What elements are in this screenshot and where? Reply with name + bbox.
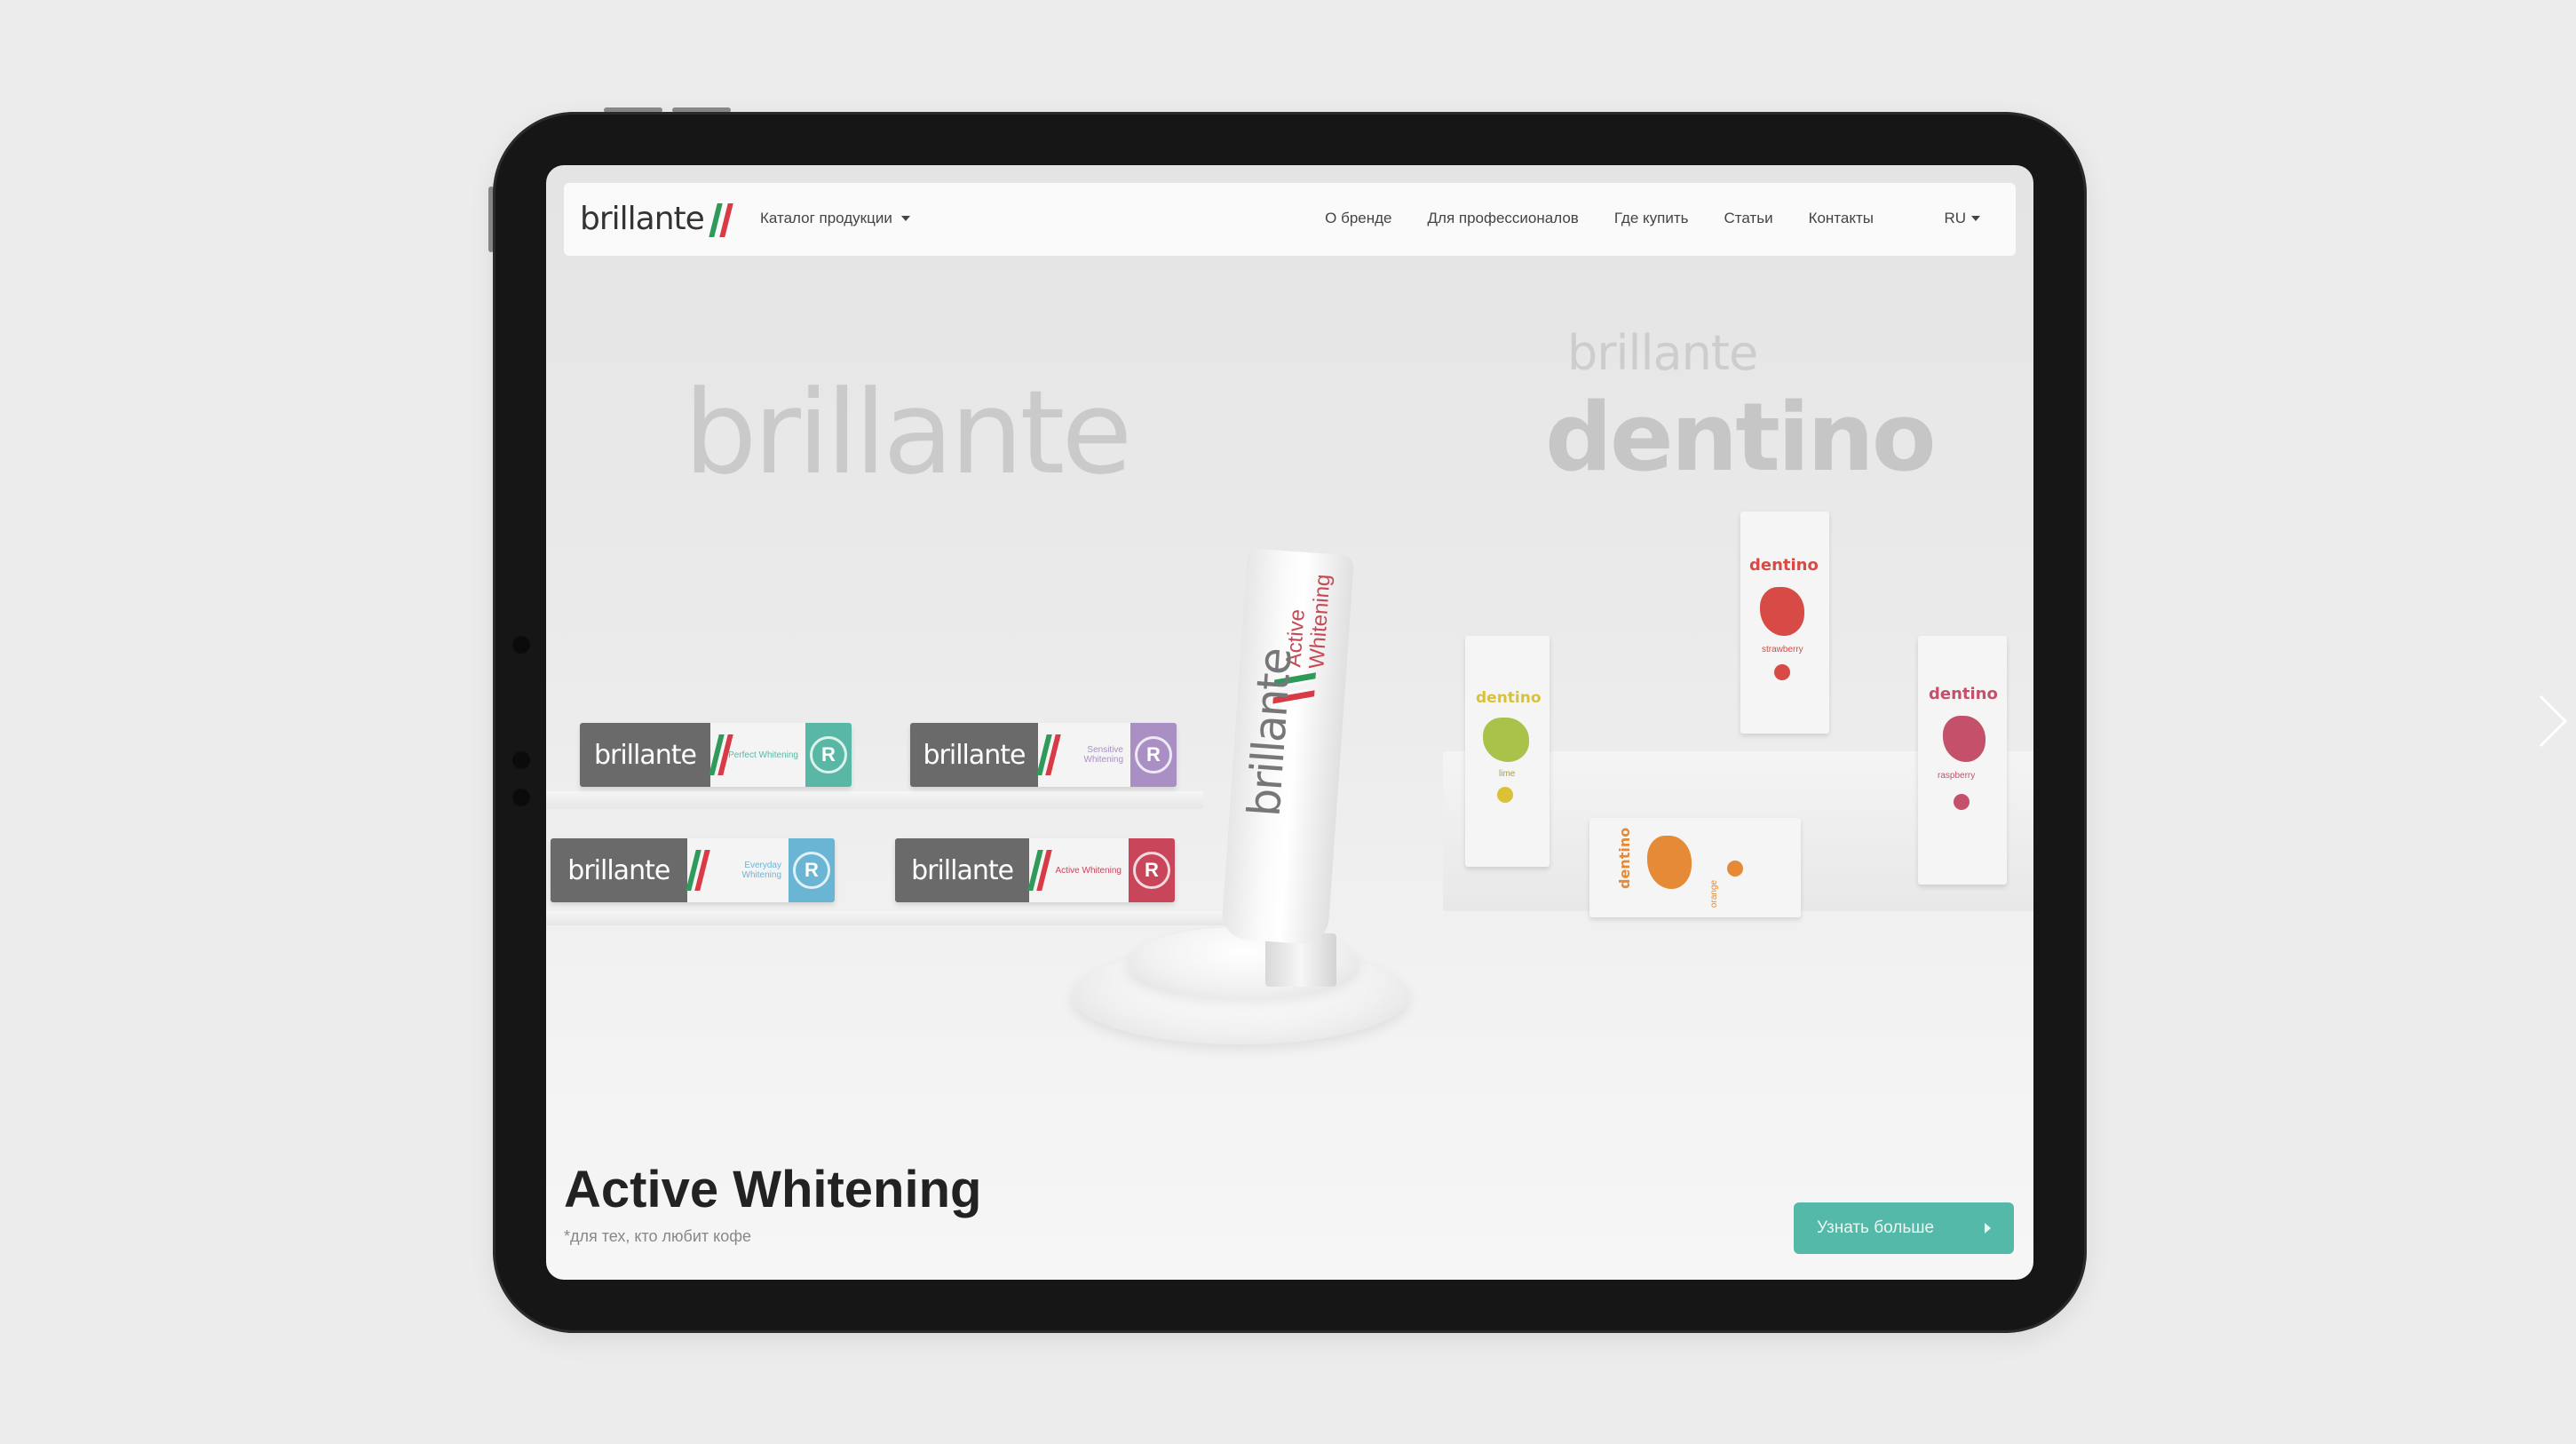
background-sub-brand: dentino [1545,383,1937,492]
top-navigation: brillante Каталог продукции О бренде Для… [564,183,2016,256]
catalog-dropdown[interactable]: Каталог продукции [760,210,910,227]
logo-text: brillante [580,201,705,237]
product-box: brillante Everyday Whitening R [551,838,835,902]
language-dropdown[interactable]: RU [1944,210,1980,227]
nav-link-contacts[interactable]: Контакты [1809,210,1874,227]
arrow-right-icon [1985,1223,1991,1234]
background-brand-right: brillante [1567,325,1758,381]
learn-more-button[interactable]: Узнать больше [1794,1202,2014,1254]
catalog-label: Каталог продукции [760,210,892,226]
box-brand: brillante [910,723,1038,787]
kids-box: dentino raspberry [1918,636,2007,885]
tablet-frame: brillante brillante dentino brillante Pe… [493,112,2087,1333]
language-label: RU [1944,210,1966,226]
box-name: Sensitive Whitening [1083,745,1123,765]
product-box: brillante Sensitive Whitening R [910,723,1177,787]
toothpaste-tube: Active Whitening brillante [1220,548,1355,946]
nav-link-articles[interactable]: Статьи [1724,210,1772,227]
box-badge: R [1129,838,1175,902]
kids-box: dentino lime [1465,636,1550,867]
logo-stripes-icon [709,202,736,237]
chevron-down-icon [900,216,910,221]
kids-box: dentino strawberry [1740,512,1829,734]
box-brand: brillante [580,723,710,787]
chevron-down-icon [1971,216,1980,221]
box-name: Everyday Whitening [741,861,781,880]
next-slide-arrow-icon[interactable] [2535,693,2571,750]
nav-link-about[interactable]: О бренде [1325,210,1391,227]
box-name: Perfect Whitening [728,750,798,760]
kids-box: dentino orange [1589,818,1801,917]
sensor-dot [512,789,530,806]
box-brand: brillante [895,838,1030,902]
product-box: brillante Perfect Whitening R [580,723,852,787]
hero-note: *для тех, кто любит кофе [564,1227,752,1245]
box-badge: R [1130,723,1177,787]
box-badge: R [789,838,835,902]
brand-logo[interactable]: brillante [580,201,736,237]
box-brand: brillante [551,838,687,902]
background-brand-left: brillante [684,365,1132,500]
tube-brand: brillante [1238,647,1302,819]
nav-link-where-to-buy[interactable]: Где купить [1614,210,1689,227]
nav-link-professionals[interactable]: Для профессионалов [1428,210,1579,227]
box-name: Active Whitening [1055,865,1122,876]
product-box: brillante Active Whitening R [895,838,1175,902]
shelf-lower-left [546,911,1239,925]
hero-title: Active Whitening [564,1161,982,1218]
nav-links: О бренде Для профессионалов Где купить С… [1325,210,1874,227]
screen: brillante brillante dentino brillante Pe… [546,165,2033,1280]
shelf-upper-left [546,791,1203,809]
sensor-dot [512,751,530,769]
camera-dot [512,636,530,654]
learn-more-label: Узнать больше [1817,1218,1935,1237]
box-badge: R [805,723,852,787]
